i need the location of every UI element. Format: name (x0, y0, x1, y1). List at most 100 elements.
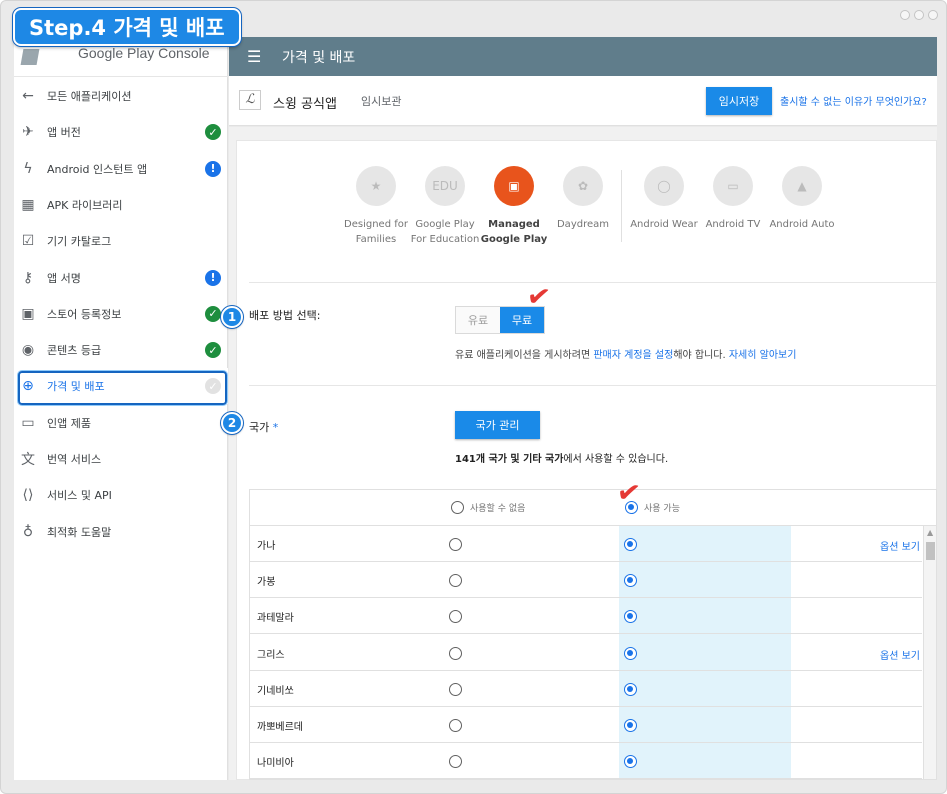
radio-unavailable[interactable] (449, 755, 462, 769)
radio-available[interactable] (624, 574, 637, 588)
device-program[interactable]: ▭ Android TV (693, 166, 773, 232)
sidebar-item-label: APK 라이브러리 (47, 198, 123, 212)
alert-circle-icon: ! (205, 269, 221, 286)
sidebar-item[interactable]: ← 모든 애플리케이션 (14, 78, 228, 114)
device-program[interactable]: ◯ Android Wear (624, 166, 704, 232)
device-program[interactable]: ▲ Android Auto (762, 166, 842, 232)
table-row: 기네비쏘 (250, 671, 922, 707)
star-face-icon: ★ (356, 166, 396, 206)
section-divider (249, 385, 937, 386)
scroll-thumb[interactable] (926, 542, 935, 560)
alert-circle-icon: ! (205, 160, 221, 177)
sidebar-item[interactable]: ▦ APK 라이브러리 (14, 187, 228, 223)
countries-label: 국가 * (249, 419, 278, 435)
sidebar-item[interactable]: ◉ 콘텐츠 등급 ✓ (14, 332, 228, 368)
check-mark-icon: ✔ (614, 474, 643, 511)
window-dot-icon[interactable] (928, 10, 938, 20)
device-label: Managed Google Play (474, 217, 554, 247)
radio-unavailable-all[interactable] (451, 501, 464, 514)
country-name: 나미비아 (257, 758, 294, 770)
edu-icon: EDU (425, 166, 465, 206)
header-unavailable[interactable]: 사용할 수 없음 (451, 501, 525, 514)
learn-more-link[interactable]: 자세히 알아보기 (729, 350, 797, 361)
sidebar-item[interactable]: ♁ 최적화 도움말 (14, 514, 228, 550)
watch-icon: ◯ (644, 166, 684, 206)
rocket-icon: ✈ (22, 124, 34, 141)
app-logo-icon: ℒ (239, 90, 261, 110)
sidebar-item[interactable]: ▭ 인앱 제품 (14, 405, 228, 441)
save-draft-button[interactable]: 임시저장 (706, 87, 772, 115)
device-program[interactable]: EDU Google Play For Education (405, 166, 485, 247)
device-label: Android Auto (762, 217, 842, 232)
sidebar-item-label: 기기 카탈로그 (47, 235, 112, 249)
device-label: Google Play For Education (405, 217, 485, 247)
device-label-line2: Google Play (480, 234, 548, 245)
section-divider (249, 282, 937, 283)
device-label-line1: Android Wear (630, 219, 698, 230)
distribution-label: 배포 방법 선택: (249, 309, 321, 322)
daydream-icon: ✿ (563, 166, 603, 206)
availability-summary: 141개 국가 및 기타 국가에서 사용할 수 있습니다. (455, 450, 668, 465)
sidebar-item-label: 스토어 등록정보 (47, 307, 122, 321)
sidebar-item[interactable]: ϟ Android 인스턴트 앱! (14, 151, 228, 187)
sidebar-item-label: 앱 서명 (47, 271, 81, 285)
country-name: 까뽀베르데 (257, 722, 303, 733)
menu-icon[interactable]: ☰ (247, 47, 261, 66)
device-label: Daydream (543, 217, 623, 232)
table-row: 나미비아 (250, 743, 922, 779)
device-program[interactable]: ★ Designed for Families (336, 166, 416, 247)
briefcase-icon: ▣ (494, 166, 534, 206)
table-row: 까뽀베르데 (250, 707, 922, 743)
sidebar-item[interactable]: ▣ 스토어 등록정보 ✓ (14, 296, 228, 332)
device-label-line1: Android Auto (769, 219, 835, 230)
device-catalog-icon: ☑ (21, 233, 35, 250)
radio-unavailable[interactable] (449, 719, 462, 732)
window-dot-icon[interactable] (900, 10, 910, 20)
radio-available[interactable] (624, 755, 637, 769)
device-label-line1: Android TV (705, 219, 761, 230)
view-options-link[interactable]: 옵션 보기 (880, 538, 920, 553)
window-controls (900, 10, 938, 20)
device-program[interactable]: ✿ Daydream (543, 166, 623, 232)
sidebar-item-label: 콘텐츠 등급 (47, 344, 102, 358)
hint-text: 해야 합니다. (673, 350, 729, 361)
device-label-line1: Daydream (556, 219, 609, 230)
active-item-highlight (18, 371, 227, 405)
device-label-line2: For Education (410, 234, 480, 245)
window-dot-icon[interactable] (914, 10, 924, 20)
radio-unavailable[interactable] (449, 574, 462, 588)
radio-available[interactable] (624, 719, 637, 732)
table-row: 가나 옵션 보기 (250, 526, 922, 562)
check-circle-icon: ✓ (205, 124, 221, 141)
why-cannot-publish-link[interactable]: 출시할 수 없는 이유가 무엇인가요? (780, 93, 927, 108)
scroll-up-icon[interactable]: ▲ (927, 528, 933, 537)
sidebar-item[interactable]: ✈ 앱 버전 ✓ (14, 114, 228, 150)
sidebar-item[interactable]: 文 번역 서비스 (14, 441, 228, 477)
sidebar-item[interactable]: ⟨⟩ 서비스 및 API (14, 477, 228, 513)
step-badge: Step.4 가격 및 배포 (13, 8, 241, 46)
radio-available[interactable] (624, 646, 637, 660)
view-options-link[interactable]: 옵션 보기 (880, 647, 920, 662)
device-program[interactable]: ▣ Managed Google Play (474, 166, 554, 247)
radio-unavailable[interactable] (449, 646, 462, 660)
radio-available[interactable] (624, 610, 637, 624)
device-divider (621, 170, 622, 242)
sidebar-item[interactable]: ☑ 기기 카탈로그 (14, 223, 228, 259)
distribution-hint: 유료 애플리케이션을 게시하려면 판매자 계정을 설정해야 합니다. 자세히 알… (455, 346, 796, 361)
radio-unavailable[interactable] (449, 538, 462, 551)
radio-unavailable[interactable] (449, 682, 462, 696)
merchant-account-link[interactable]: 판매자 계정을 설정 (593, 350, 673, 361)
app-status: 임시보관 (361, 95, 402, 108)
radio-unavailable[interactable] (449, 610, 462, 624)
device-label-line1: Designed for (344, 219, 408, 230)
radio-available[interactable] (624, 538, 637, 551)
grid-icon: ▦ (21, 196, 35, 213)
sidebar-item[interactable]: ⚷ 앱 서명! (14, 260, 228, 296)
store-icon: ▣ (21, 305, 35, 322)
step-marker-2: 2 (221, 412, 243, 434)
radio-available[interactable] (624, 682, 637, 696)
table-scrollbar[interactable]: ▲ (923, 526, 936, 779)
paid-option[interactable]: 유료 (456, 307, 500, 333)
manage-countries-button[interactable]: 국가 관리 (455, 411, 540, 439)
device-label: Android Wear (624, 217, 704, 232)
